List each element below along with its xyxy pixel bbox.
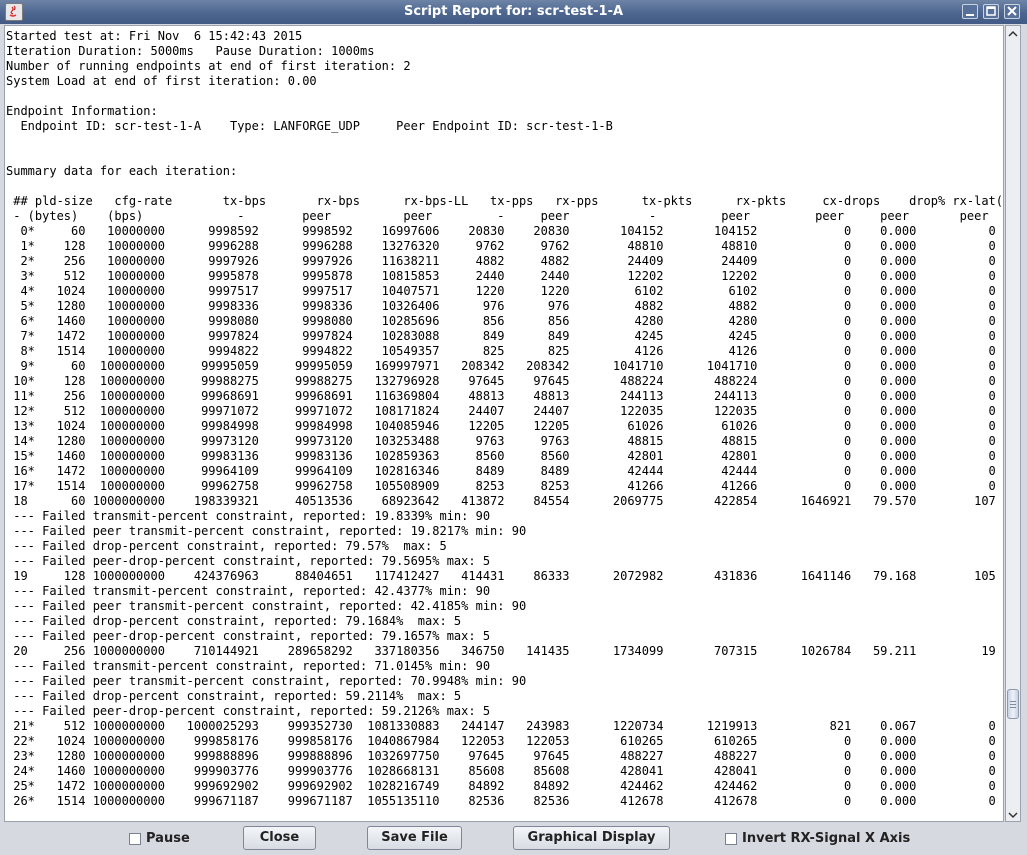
minimize-icon[interactable]: [962, 4, 978, 19]
report-text: Started test at: Fri Nov 6 15:42:43 2015…: [6, 29, 1003, 808]
save-file-button[interactable]: Save File: [367, 826, 462, 850]
script-report-window: Script Report for: scr-test-1-A Started …: [0, 0, 1027, 855]
scrollbar-thumb[interactable]: [1007, 689, 1019, 719]
report-text-area[interactable]: Started test at: Fri Nov 6 15:42:43 2015…: [4, 25, 1004, 822]
close-icon[interactable]: [1004, 4, 1020, 19]
maximize-icon[interactable]: [983, 4, 999, 19]
bottom-button-bar: Pause Close Save File Graphical Display …: [0, 823, 1027, 855]
pause-label[interactable]: Pause: [146, 831, 190, 846]
invert-rx-signal-label[interactable]: Invert RX-Signal X Axis: [742, 831, 910, 846]
scroll-down-arrow-icon[interactable]: [1006, 807, 1020, 821]
pause-checkbox[interactable]: [129, 833, 141, 845]
vertical-scrollbar[interactable]: [1005, 25, 1021, 822]
window-title: Script Report for: scr-test-1-A: [403, 4, 624, 19]
scroll-up-arrow-icon[interactable]: [1006, 26, 1020, 40]
close-button[interactable]: Close: [243, 826, 316, 850]
graphical-display-button[interactable]: Graphical Display: [513, 826, 670, 850]
invert-rx-signal-checkbox[interactable]: [725, 833, 737, 845]
title-bar[interactable]: Script Report for: scr-test-1-A: [0, 0, 1027, 24]
